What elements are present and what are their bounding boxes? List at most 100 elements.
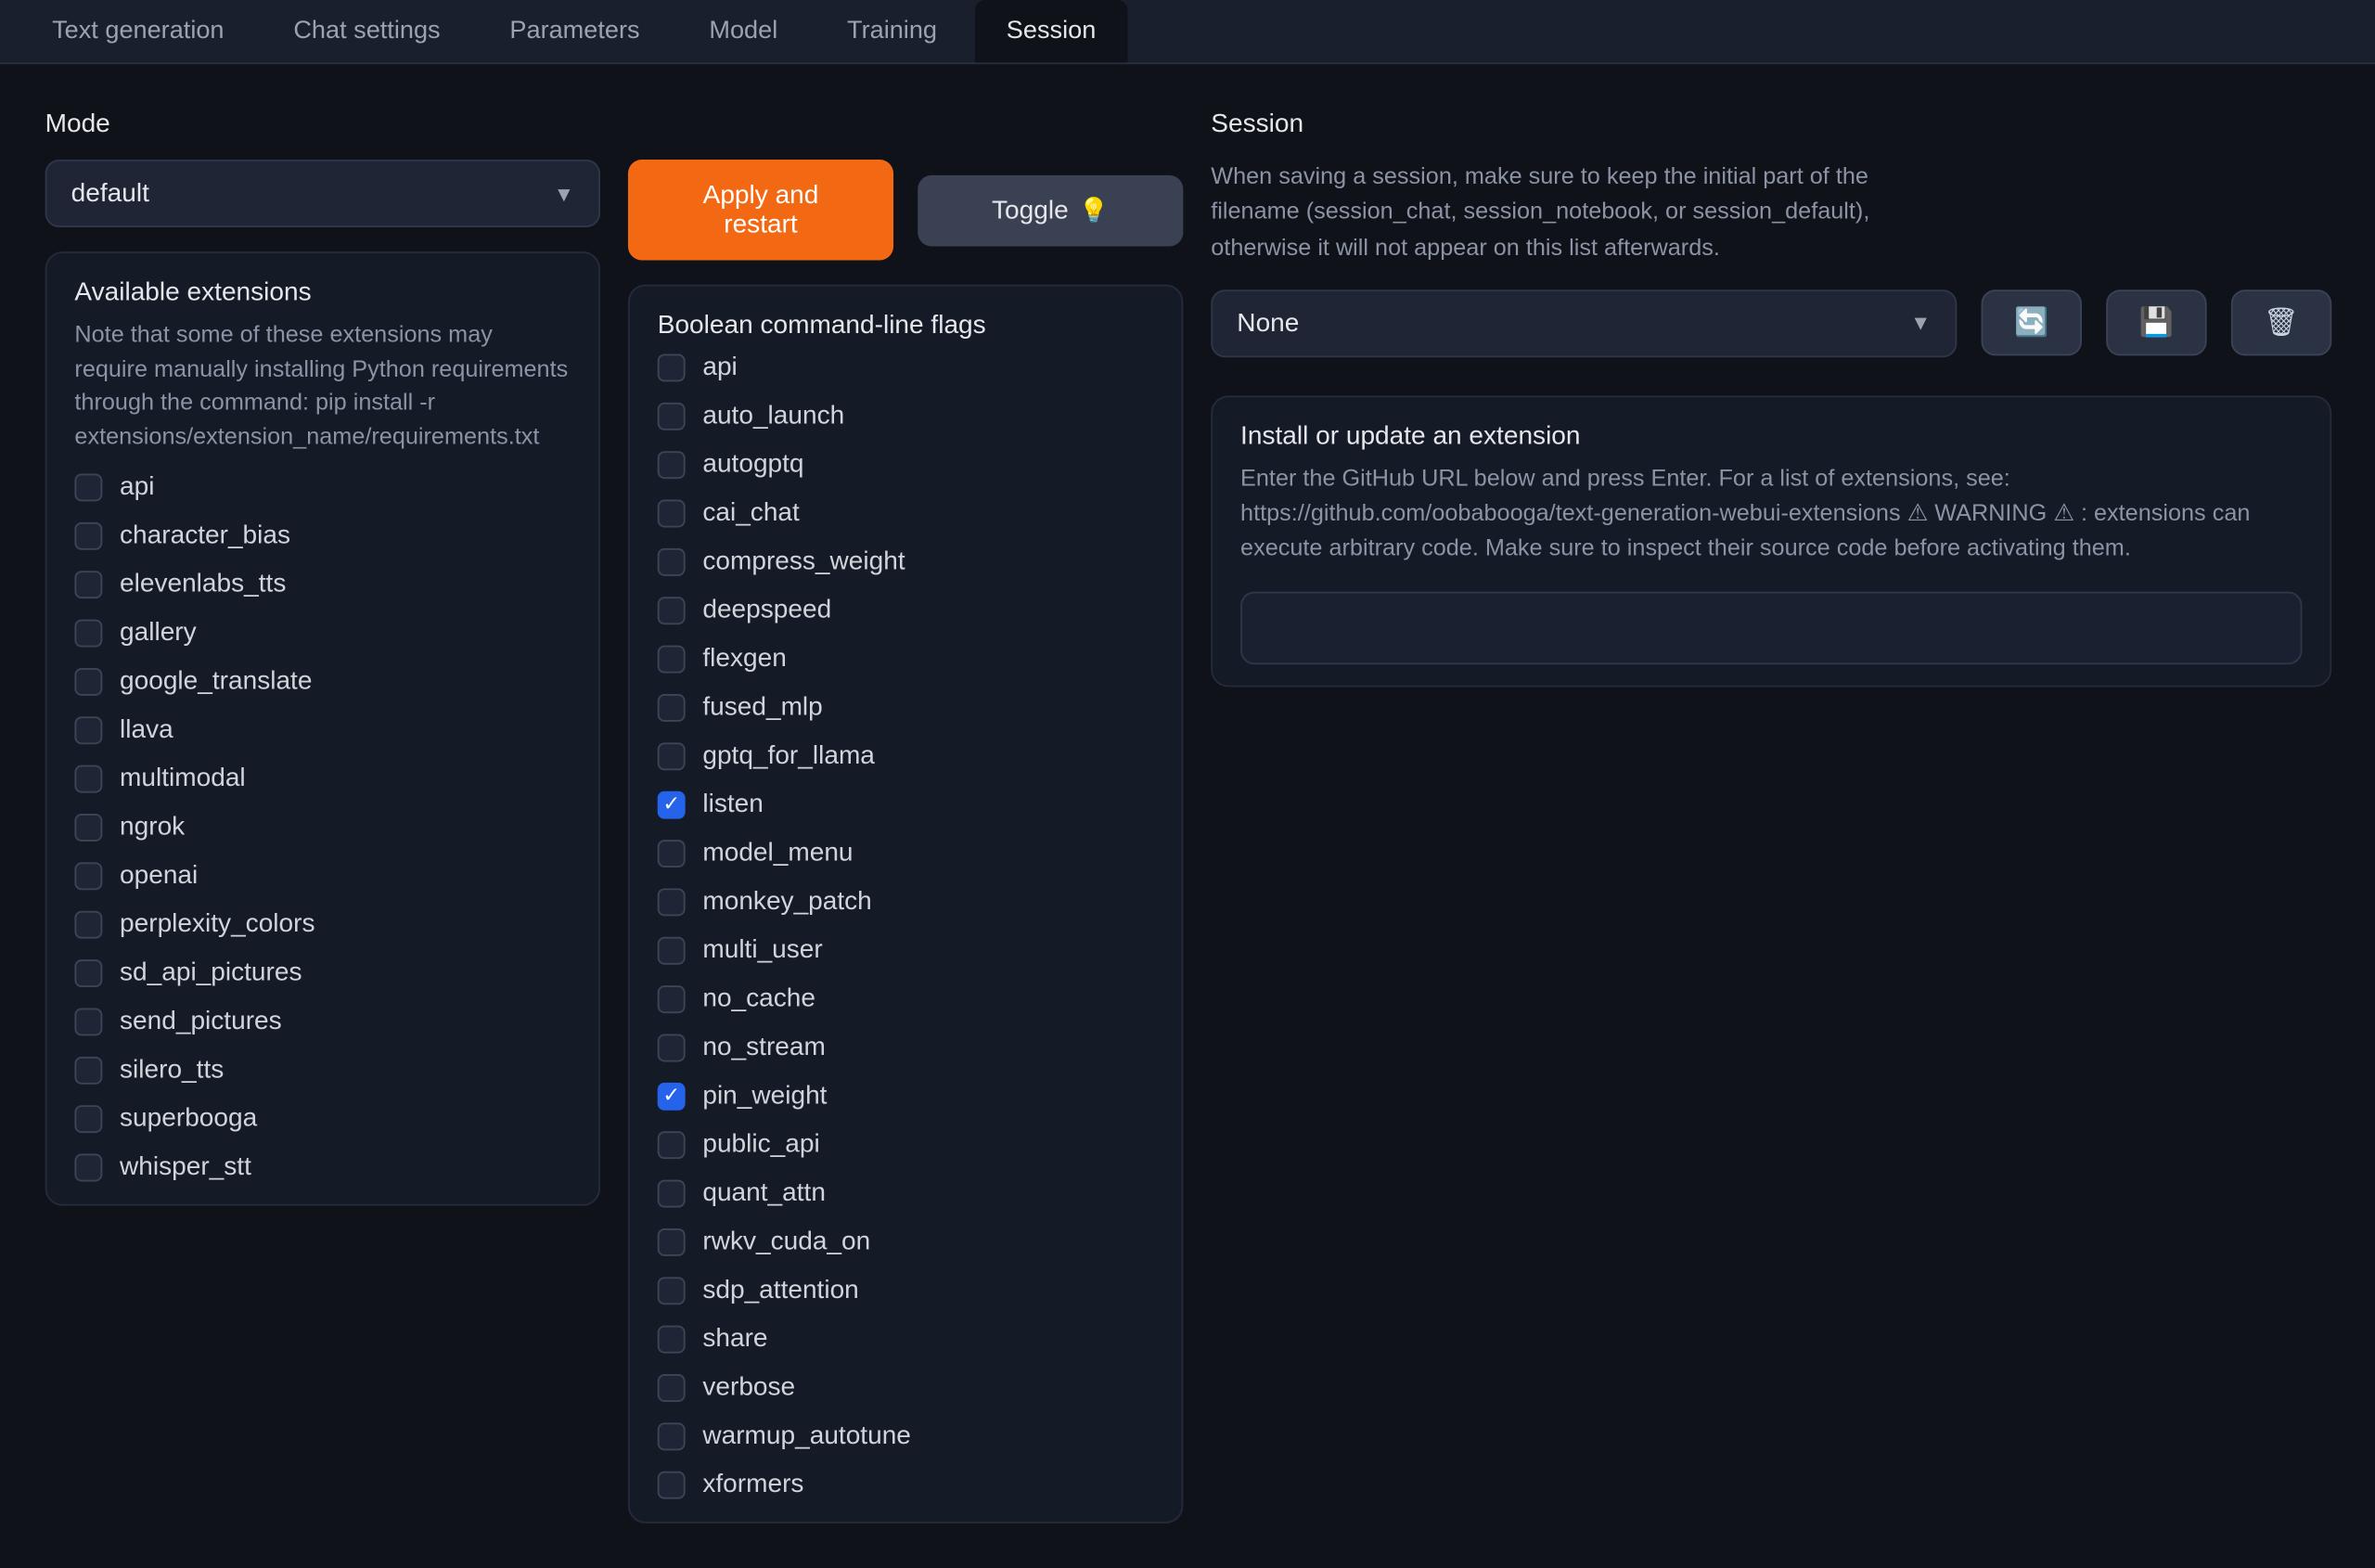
flag-model_menu-checkbox[interactable]: [658, 839, 686, 867]
flag-listen[interactable]: listen: [658, 788, 1154, 821]
extension-gallery[interactable]: gallery: [74, 616, 571, 649]
tab-chat-settings[interactable]: Chat settings: [263, 0, 472, 62]
apply-restart-button[interactable]: Apply and restart: [628, 160, 893, 260]
flag-deepspeed-checkbox[interactable]: [658, 596, 686, 623]
extension-superbooga[interactable]: superbooga: [74, 1102, 571, 1136]
flag-rwkv_cuda_on[interactable]: rwkv_cuda_on: [658, 1225, 1154, 1258]
flag-pin_weight[interactable]: pin_weight: [658, 1079, 1154, 1112]
extension-silero_tts[interactable]: silero_tts: [74, 1054, 571, 1087]
flag-monkey_patch-checkbox[interactable]: [658, 888, 686, 916]
flag-share-checkbox[interactable]: [658, 1325, 686, 1353]
extension-url-input[interactable]: [1240, 591, 2302, 664]
refresh-button[interactable]: 🔄: [1982, 290, 2082, 356]
extension-whisper_stt-checkbox[interactable]: [74, 1153, 102, 1181]
flag-multi_user[interactable]: multi_user: [658, 933, 1154, 967]
tab-session[interactable]: Session: [975, 0, 1127, 62]
flag-public_api-checkbox[interactable]: [658, 1130, 686, 1158]
extension-sd_api_pictures[interactable]: sd_api_pictures: [74, 957, 571, 990]
flag-autogptq[interactable]: autogptq: [658, 447, 1154, 481]
flag-listen-label: listen: [702, 790, 764, 819]
flag-auto_launch[interactable]: auto_launch: [658, 399, 1154, 432]
extension-elevenlabs_tts[interactable]: elevenlabs_tts: [74, 568, 571, 601]
flag-api-checkbox[interactable]: [658, 353, 686, 381]
extension-openai[interactable]: openai: [74, 859, 571, 893]
extension-perplexity_colors-checkbox[interactable]: [74, 910, 102, 938]
extension-superbooga-checkbox[interactable]: [74, 1105, 102, 1133]
flag-no_stream-checkbox[interactable]: [658, 1034, 686, 1061]
flag-multi_user-checkbox[interactable]: [658, 936, 686, 964]
flag-warmup_autotune-checkbox[interactable]: [658, 1421, 686, 1449]
flag-fused_mlp-checkbox[interactable]: [658, 693, 686, 721]
tab-model[interactable]: Model: [678, 0, 809, 62]
extension-elevenlabs_tts-checkbox[interactable]: [74, 571, 102, 598]
extension-send_pictures[interactable]: send_pictures: [74, 1005, 571, 1038]
extension-perplexity_colors[interactable]: perplexity_colors: [74, 907, 571, 941]
flag-sdp_attention[interactable]: sdp_attention: [658, 1274, 1154, 1307]
flag-gptq_for_llama[interactable]: gptq_for_llama: [658, 739, 1154, 773]
flag-pin_weight-checkbox[interactable]: [658, 1082, 686, 1110]
flag-flexgen[interactable]: flexgen: [658, 642, 1154, 675]
extension-whisper_stt[interactable]: whisper_stt: [74, 1150, 571, 1184]
extension-gallery-checkbox[interactable]: [74, 619, 102, 647]
flag-xformers[interactable]: xformers: [658, 1468, 1154, 1501]
extension-openai-checkbox[interactable]: [74, 862, 102, 890]
extension-sd_api_pictures-checkbox[interactable]: [74, 959, 102, 987]
flag-fused_mlp[interactable]: fused_mlp: [658, 690, 1154, 724]
tab-training[interactable]: Training: [815, 0, 968, 62]
flag-listen-checkbox[interactable]: [658, 790, 686, 818]
extension-llava[interactable]: llava: [74, 713, 571, 747]
flag-monkey_patch[interactable]: monkey_patch: [658, 885, 1154, 919]
flag-autogptq-checkbox[interactable]: [658, 450, 686, 478]
flag-autogptq-label: autogptq: [702, 449, 803, 479]
session-select[interactable]: None ▼: [1211, 289, 1957, 357]
extension-google_translate[interactable]: google_translate: [74, 665, 571, 699]
flag-no_cache[interactable]: no_cache: [658, 982, 1154, 1015]
flag-cai_chat-checkbox[interactable]: [658, 499, 686, 527]
extension-send_pictures-checkbox[interactable]: [74, 1008, 102, 1035]
flag-quant_attn[interactable]: quant_attn: [658, 1176, 1154, 1210]
extension-api[interactable]: api: [74, 470, 571, 504]
save-button[interactable]: 💾: [2106, 290, 2206, 356]
extension-multimodal-checkbox[interactable]: [74, 765, 102, 792]
extension-llava-checkbox[interactable]: [74, 716, 102, 744]
flag-auto_launch-checkbox[interactable]: [658, 402, 686, 430]
tab-parameters[interactable]: Parameters: [479, 0, 671, 62]
extension-api-checkbox[interactable]: [74, 473, 102, 501]
flag-api[interactable]: api: [658, 351, 1154, 384]
flag-no_stream[interactable]: no_stream: [658, 1031, 1154, 1064]
install-panel: Install or update an extension Enter the…: [1211, 395, 2331, 687]
extension-ngrok-checkbox[interactable]: [74, 814, 102, 842]
delete-button[interactable]: 🗑: [2231, 290, 2331, 356]
extension-superbooga-label: superbooga: [120, 1104, 257, 1134]
mode-select[interactable]: default ▼: [45, 160, 600, 227]
flag-quant_attn-checkbox[interactable]: [658, 1179, 686, 1207]
extension-google_translate-checkbox[interactable]: [74, 667, 102, 695]
flag-warmup_autotune[interactable]: warmup_autotune: [658, 1420, 1154, 1453]
flag-no_cache-checkbox[interactable]: [658, 984, 686, 1012]
flag-sdp_attention-checkbox[interactable]: [658, 1276, 686, 1304]
install-title: Install or update an extension: [1240, 421, 2302, 451]
extension-character_bias[interactable]: character_bias: [74, 520, 571, 553]
extension-character_bias-checkbox[interactable]: [74, 521, 102, 549]
extensions-panel: Available extensions Note that some of t…: [45, 251, 600, 1206]
extension-ngrok[interactable]: ngrok: [74, 811, 571, 844]
extension-silero_tts-label: silero_tts: [120, 1055, 224, 1085]
flag-verbose[interactable]: verbose: [658, 1370, 1154, 1404]
flag-deepspeed[interactable]: deepspeed: [658, 594, 1154, 627]
flag-cai_chat[interactable]: cai_chat: [658, 496, 1154, 530]
flag-share[interactable]: share: [658, 1322, 1154, 1356]
save-icon: 💾: [2139, 306, 2174, 341]
flag-compress_weight[interactable]: compress_weight: [658, 545, 1154, 578]
flag-public_api[interactable]: public_api: [658, 1128, 1154, 1162]
flag-verbose-checkbox[interactable]: [658, 1373, 686, 1401]
flag-xformers-checkbox[interactable]: [658, 1471, 686, 1498]
flag-compress_weight-checkbox[interactable]: [658, 547, 686, 575]
extension-silero_tts-checkbox[interactable]: [74, 1056, 102, 1084]
flag-model_menu[interactable]: model_menu: [658, 836, 1154, 869]
flag-gptq_for_llama-checkbox[interactable]: [658, 741, 686, 769]
toggle-button[interactable]: Toggle 💡: [918, 174, 1183, 246]
flag-rwkv_cuda_on-checkbox[interactable]: [658, 1227, 686, 1255]
flag-flexgen-checkbox[interactable]: [658, 645, 686, 673]
tab-text-generation[interactable]: Text generation: [20, 0, 255, 62]
extension-multimodal[interactable]: multimodal: [74, 762, 571, 795]
